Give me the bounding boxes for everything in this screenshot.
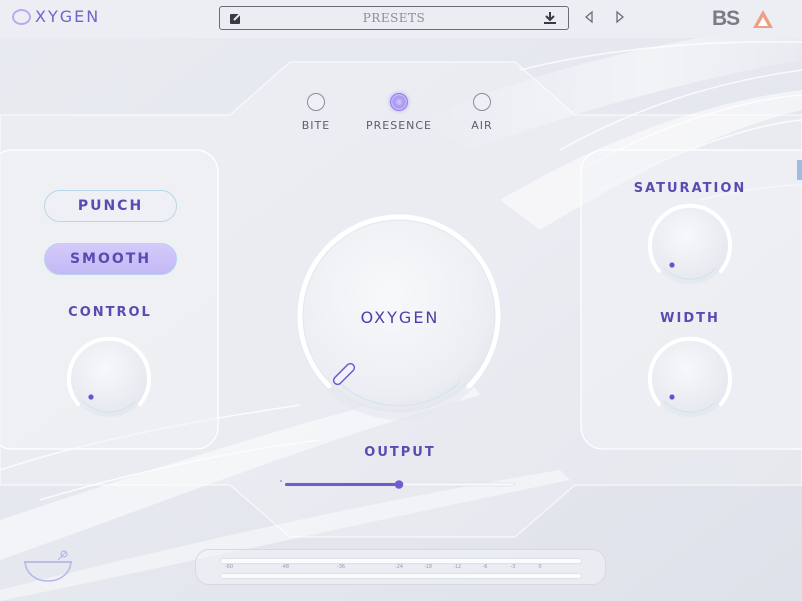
previous-preset-icon[interactable] [583, 10, 595, 24]
bite-band-button[interactable] [307, 93, 325, 111]
punch-button[interactable]: PUNCH [44, 190, 177, 222]
meter-tick: -36 [336, 564, 346, 570]
meter-tick: -12 [452, 564, 462, 570]
width-label: WIDTH [660, 311, 720, 326]
meter-tick: -18 [423, 564, 433, 570]
logo-ring-icon [12, 8, 31, 25]
meter-tick: 0 [538, 564, 542, 570]
saturation-knob[interactable] [642, 198, 738, 294]
output-slider[interactable] [278, 476, 518, 494]
next-preset-icon[interactable] [614, 10, 626, 24]
width-knob[interactable] [642, 331, 738, 427]
oxygen-logo: XYGEN [12, 7, 100, 26]
meter-tick: -6 [482, 564, 488, 570]
bite-label: BITE [301, 119, 331, 132]
meter-bar-left [221, 559, 581, 563]
smooth-button[interactable]: SMOOTH [44, 243, 177, 275]
share-preset-icon[interactable] [229, 11, 243, 25]
saturation-label: SATURATION [633, 181, 747, 196]
meter-tick: -24 [394, 564, 404, 570]
logo-text: XYGEN [35, 7, 101, 26]
air-band-button[interactable] [473, 93, 491, 111]
air-label: AIR [471, 119, 493, 132]
presence-label: PRESENCE [365, 119, 433, 132]
meter-tick: -48 [280, 564, 290, 570]
download-icon[interactable] [543, 11, 557, 25]
oxygen-knob-label: OXYGEN [360, 308, 440, 327]
preset-selector[interactable]: PRESETS [219, 6, 569, 30]
preset-name[interactable]: PRESETS [260, 11, 528, 25]
control-label: CONTROL [68, 305, 152, 320]
output-label: OUTPUT [364, 445, 436, 460]
brand-triangle-icon [753, 10, 773, 28]
meter-tick: -3 [510, 564, 516, 570]
presence-band-button[interactable] [390, 93, 408, 111]
level-meter: -60 -48 -36 -24 -18 -12 -6 -3 0 [195, 549, 606, 585]
bowl-icon [24, 550, 72, 582]
meter-bar-right [221, 574, 581, 578]
control-knob[interactable] [61, 331, 157, 427]
brand-logo: BS [712, 7, 740, 30]
meter-tick: -60 [224, 564, 234, 570]
